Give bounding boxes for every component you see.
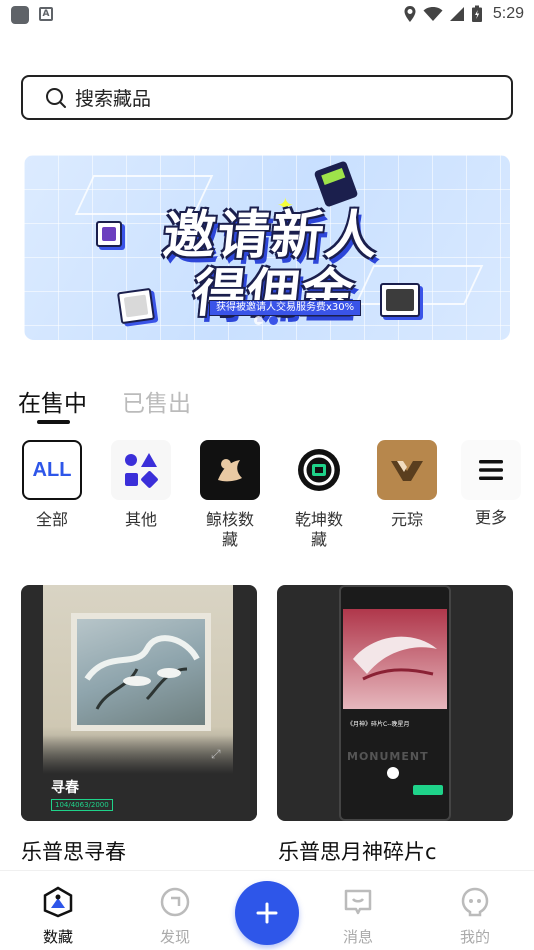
nav-discover[interactable]: 发现 (145, 886, 205, 947)
profile-icon (461, 887, 489, 917)
publish-button[interactable] (235, 881, 299, 945)
pagination-dot-active[interactable] (269, 316, 278, 325)
item-title[interactable]: 乐普思月神碎片c (278, 836, 437, 866)
card-overlay-title: 寻春 (51, 780, 79, 796)
category-label: 乾坤数 藏 (294, 510, 343, 549)
tab-sold[interactable]: 已售出 (122, 384, 191, 418)
category-label: 元琮 (390, 510, 423, 529)
category-jinghe[interactable]: 鲸核数 藏 (195, 440, 265, 550)
nav-profile[interactable]: 我的 (445, 886, 505, 947)
category-more[interactable]: 更多 (456, 440, 526, 528)
search-bar[interactable]: 搜索藏品 (21, 75, 513, 120)
battery-icon (471, 5, 482, 22)
shapes-icon (111, 440, 171, 500)
signal-icon (449, 7, 464, 21)
nav-collection[interactable]: 数藏 (28, 886, 88, 947)
item-card[interactable]: 《月神》碎片C--晚星月 MONUMENT (277, 585, 513, 821)
category-label: 其他 (124, 510, 157, 529)
expand-icon: ⤢ (211, 747, 221, 761)
nav-label: 发现 (159, 928, 190, 946)
discover-icon (160, 887, 190, 917)
yuancong-logo (377, 440, 437, 500)
search-placeholder: 搜索藏品 (75, 88, 152, 110)
category-qiankun[interactable]: 乾坤数 藏 (284, 440, 354, 550)
nft-avatar-cube-icon (96, 221, 122, 247)
nav-label: 数藏 (42, 928, 73, 946)
item-title[interactable]: 乐普思寻春 (21, 836, 126, 866)
nft-avatar-cube-icon (380, 283, 420, 317)
card-overlay-word: MONUMENT (347, 750, 429, 763)
whale-logo (200, 440, 260, 500)
card-overlay-tag: 104/4063/2000 (51, 799, 113, 811)
wifi-icon (423, 7, 443, 21)
bottom-navigation: 数藏 发现 消息 我的 (0, 870, 534, 950)
location-icon (404, 6, 416, 22)
tab-on-sale[interactable]: 在售中 (18, 384, 87, 424)
nav-label: 消息 (342, 928, 373, 946)
nav-messages[interactable]: 消息 (328, 886, 388, 947)
banner-subtitle: 获得被邀请人交易服务费x30% (209, 300, 362, 316)
menu-icon (461, 440, 521, 500)
status-bar: A 5:29 (0, 0, 534, 30)
clock: 5:29 (492, 5, 524, 22)
category-yuancong[interactable]: 元琮 (372, 440, 442, 530)
card-overlay-title: 《月神》碎片C--晚星月 (347, 721, 410, 728)
category-row: ALL 全部 其他 鲸核数 藏 乾坤数 藏 元琮 更多 (0, 440, 534, 560)
a-notification-icon: A (39, 7, 53, 21)
play-icon (387, 767, 399, 779)
qiankun-logo (289, 440, 349, 500)
app-notification-icon (11, 6, 29, 24)
sale-status-tabs: 在售中 已售出 (18, 384, 191, 424)
search-icon (46, 87, 66, 108)
all-icon: ALL (22, 440, 82, 500)
category-all[interactable]: ALL 全部 (17, 440, 87, 530)
item-card[interactable]: 寻春 104/4063/2000 ⤢ (21, 585, 257, 821)
nft-avatar-cube-icon (116, 287, 156, 325)
banner-pagination (254, 316, 278, 325)
pagination-dot[interactable] (254, 316, 263, 325)
category-other[interactable]: 其他 (106, 440, 176, 530)
promo-banner[interactable]: ✦ 邀请新人 得佣金 获得被邀请人交易服务费x30% (24, 155, 510, 340)
category-label: 鲸核数 藏 (205, 510, 254, 549)
nav-label: 我的 (459, 928, 490, 946)
painting-image (71, 613, 211, 731)
phone-screenshot-image: 《月神》碎片C--晚星月 MONUMENT (339, 585, 451, 821)
message-icon (344, 889, 372, 915)
collection-icon (43, 886, 73, 918)
plus-icon (256, 902, 278, 924)
category-label: 全部 (35, 510, 68, 529)
category-label: 更多 (474, 508, 507, 527)
